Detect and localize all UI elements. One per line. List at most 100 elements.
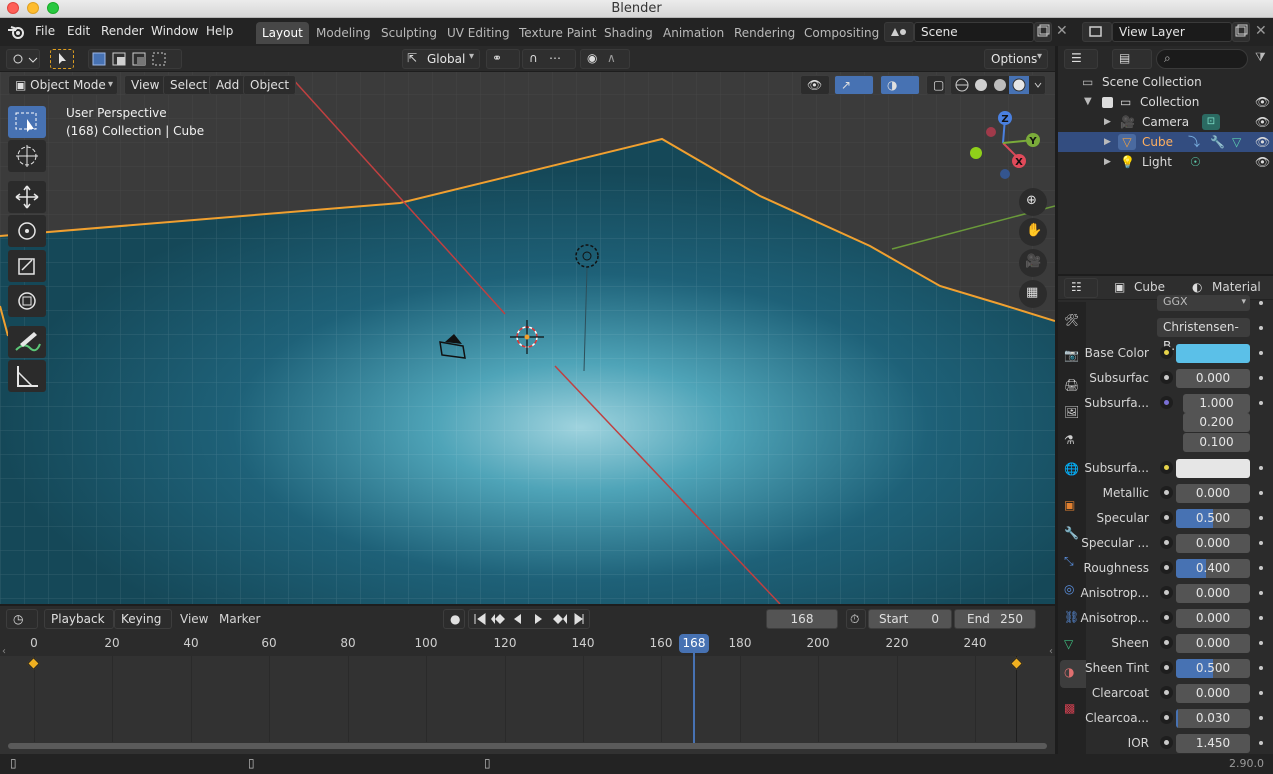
tab-compositing[interactable]: Compositing [798,22,885,44]
navigation-gizmo[interactable]: Z X Y [965,108,1045,188]
start-frame-field[interactable]: Start 0 [868,609,952,629]
selection-mode-buttons[interactable] [88,49,182,69]
blender-logo-icon[interactable] [7,24,25,40]
animate-property-dot[interactable] [1259,541,1263,545]
subsurface-radius-y-field[interactable]: 0.200 [1183,413,1250,432]
material-tab-icon[interactable]: ◑ [1064,665,1082,683]
link-socket-icon[interactable] [1160,661,1173,674]
outliner-editor-type[interactable]: ☰ [1064,49,1098,69]
wrench-icon[interactable]: 🔧 [1210,132,1225,152]
select-menu[interactable]: Select [163,75,215,95]
annotate-tool[interactable] [8,326,46,358]
playhead-frame-badge[interactable]: 168 [679,634,709,653]
properties-editor-type[interactable]: ☷ [1064,278,1098,298]
link-socket-icon[interactable] [1160,346,1173,359]
snapping-controls[interactable]: ∩ ⋯ [522,49,576,69]
tool-tab-icon[interactable]: 🛠 [1064,313,1082,331]
measure-tool[interactable] [8,360,46,392]
animate-property-dot[interactable] [1259,616,1263,620]
visibility-dropdown[interactable]: 👁 [800,75,830,95]
transform-orientation-dropdown[interactable]: ⇱ Global ▾ [402,49,480,69]
expand-arrow-icon[interactable]: ▶ [1104,132,1111,152]
cursor-tool[interactable] [8,140,46,172]
sheen-tint-field[interactable]: 0.500 [1176,659,1250,678]
scene-tab-icon[interactable]: ⚗ [1064,433,1082,451]
tab-layout[interactable]: Layout [256,22,309,44]
eye-icon[interactable]: 👁 [1255,132,1270,152]
playhead-line[interactable] [693,644,695,744]
transform-tool[interactable] [8,285,46,317]
roughness-field[interactable]: 0.400 [1176,559,1250,578]
xray-toggle[interactable]: ▢ [926,75,946,95]
scene-remove-icon[interactable]: ✕ [1056,23,1068,39]
link-socket-icon[interactable] [1160,686,1173,699]
tab-animation[interactable]: Animation [657,22,730,44]
subsurface-field[interactable]: 0.000 [1176,369,1250,388]
outliner-row-camera[interactable]: ▶ 🎥 Camera ⊡ 👁 [1058,112,1273,132]
playback-controls[interactable] [468,609,590,629]
animate-property-dot[interactable] [1259,301,1263,305]
object-tab-icon[interactable]: ▣ [1064,498,1082,516]
anisotropic-rotation-field[interactable]: 0.000 [1176,609,1250,628]
modifier-tab-icon[interactable]: 🔧 [1064,526,1082,544]
zoom-button[interactable]: ⊕ [1019,188,1047,216]
animate-property-dot[interactable] [1259,666,1263,670]
expand-arrow-icon[interactable]: ▶ [1104,112,1111,132]
pivot-point-dropdown[interactable]: ⚭ [486,49,520,69]
link-socket-icon[interactable] [1160,711,1173,724]
link-socket-icon[interactable] [1160,536,1173,549]
animate-property-dot[interactable] [1259,376,1263,380]
gizmo-toggle[interactable]: ↗ [834,75,874,95]
menu-help[interactable]: Help [206,24,233,38]
animate-property-dot[interactable] [1259,351,1263,355]
scale-tool[interactable] [8,250,46,282]
ior-field[interactable]: 1.450 [1176,734,1250,753]
display-mode-dropdown[interactable]: ▤ [1112,49,1152,69]
eye-icon[interactable]: 👁 [1255,112,1270,132]
animate-property-dot[interactable] [1259,466,1263,470]
specular-field[interactable]: 0.500 [1176,509,1250,528]
end-frame-field[interactable]: End 250 [954,609,1036,629]
editor-type-button[interactable] [6,49,40,69]
link-socket-icon[interactable] [1160,636,1173,649]
move-tool[interactable] [8,181,46,213]
link-socket-icon[interactable] [1160,511,1173,524]
light-data-icon[interactable]: ☉ [1190,152,1201,172]
view-layer-tab-icon[interactable]: 🖼 [1064,405,1082,423]
current-frame-field[interactable]: 168 [766,609,838,629]
link-socket-icon[interactable] [1160,461,1173,474]
timeline-scrollbar[interactable] [8,743,1047,749]
outliner-search-input[interactable]: ⌕ [1156,49,1248,69]
select-box-tool[interactable] [8,106,46,138]
timeline-editor-type[interactable]: ◷ [6,609,38,629]
expand-arrow-icon[interactable]: ▼ [1084,92,1092,112]
exclude-checkbox[interactable] [1102,97,1113,108]
active-tool-button[interactable] [50,49,74,69]
outliner-row-collection[interactable]: ▼ ▭ Collection 👁 [1058,92,1273,112]
mesh-data-icon[interactable]: ▽ [1232,132,1241,152]
animate-property-dot[interactable] [1259,591,1263,595]
tab-sculpting[interactable]: Sculpting [375,22,443,44]
subsurface-radius-z-field[interactable]: 0.100 [1183,433,1250,452]
rotate-tool[interactable] [8,215,46,247]
output-tab-icon[interactable]: 🖨 [1064,378,1082,396]
expand-arrow-icon[interactable]: ‹ [2,646,6,657]
close-window-button[interactable] [7,2,19,14]
modifier-icon[interactable]: ⤵ [1188,132,1200,152]
animate-property-dot[interactable] [1259,691,1263,695]
eye-icon[interactable]: 👁 [1255,92,1270,112]
render-tab-icon[interactable]: 📷 [1064,348,1082,366]
tab-modeling[interactable]: Modeling [310,22,377,44]
link-socket-icon[interactable] [1160,736,1173,749]
tab-rendering[interactable]: Rendering [728,22,801,44]
auto-keying-button[interactable]: ● [443,609,465,629]
distribution-dropdown[interactable]: GGX ▾ [1157,295,1250,311]
tab-texture-paint[interactable]: Texture Paint [513,22,602,44]
filter-icon[interactable]: ⧩ [1255,50,1266,65]
expand-arrow-icon[interactable]: ▶ [1104,152,1111,172]
world-tab-icon[interactable]: 🌐 [1064,462,1082,480]
playback-menu[interactable]: Playback ▾ [44,609,114,646]
outliner-row-cube[interactable]: ▶ ▽ Cube ⤵ 🔧 ▽ 👁 [1058,132,1273,152]
camera-data-icon[interactable]: ⊡ [1202,114,1220,130]
menu-render[interactable]: Render [101,24,144,38]
